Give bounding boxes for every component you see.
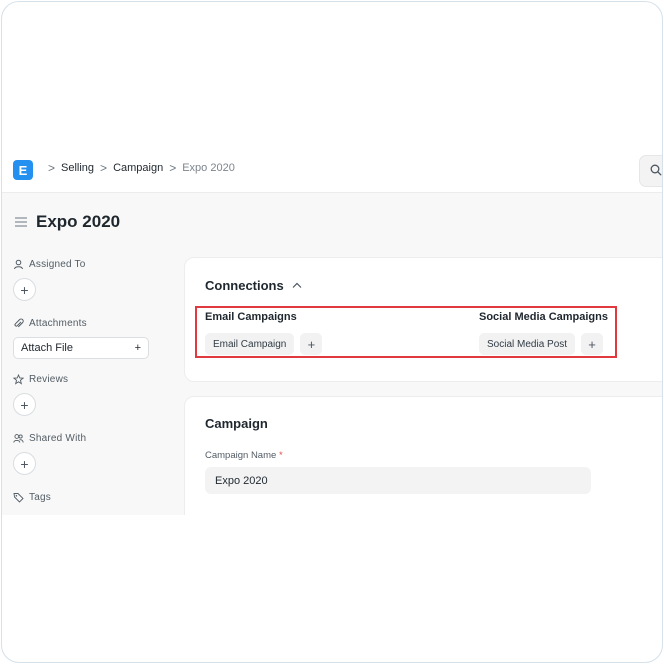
breadcrumb-selling[interactable]: Selling <box>61 162 94 174</box>
connections-title: Connections <box>205 278 284 293</box>
chevron-right-icon: > <box>169 161 177 175</box>
chevron-up-icon[interactable] <box>292 282 302 289</box>
breadcrumb-current: Expo 2020 <box>182 162 235 174</box>
screenshot-frame: E > Selling > Campaign > Expo 2020 Expo … <box>1 1 663 663</box>
page-head: Expo 2020 <box>14 212 120 232</box>
page-title: Expo 2020 <box>36 212 121 231</box>
navbar: E > Selling > Campaign > Expo 2020 <box>2 144 662 193</box>
assigned-to-label: Assigned To <box>13 259 153 270</box>
user-icon <box>14 259 23 270</box>
search-icon <box>650 164 662 176</box>
attach-file-label: Attach File <box>21 342 73 354</box>
chevron-right-icon: > <box>100 161 108 175</box>
tags-label: Tags <box>13 492 153 503</box>
campaign-name-input[interactable]: Expo 2020 <box>205 467 591 494</box>
app-window: E > Selling > Campaign > Expo 2020 Expo … <box>2 144 662 515</box>
breadcrumb: > Selling > Campaign > Expo 2020 <box>42 161 235 175</box>
tag-icon <box>13 493 24 503</box>
paperclip-icon <box>14 318 24 328</box>
breadcrumb-campaign[interactable]: Campaign <box>113 162 163 174</box>
plus-icon: + <box>134 342 141 354</box>
attachments-label: Attachments <box>13 318 153 329</box>
app-logo[interactable]: E <box>13 160 33 180</box>
campaign-card: Campaign Campaign Name * Expo 2020 <box>184 396 662 515</box>
star-icon <box>13 374 24 385</box>
highlight-box <box>195 306 617 358</box>
attach-file-button[interactable]: Attach File + <box>13 337 149 359</box>
campaign-section-title: Campaign <box>205 416 268 431</box>
users-icon <box>13 434 24 443</box>
connections-header[interactable]: Connections <box>205 278 302 293</box>
shared-with-label: Shared With <box>13 433 153 444</box>
campaign-name-label: Campaign Name * <box>205 450 283 461</box>
chevron-right-icon: > <box>48 161 56 175</box>
reviews-label: Reviews <box>13 374 153 385</box>
required-mark: * <box>278 450 283 461</box>
add-assignee-button[interactable]: + <box>13 278 36 301</box>
form-sidebar: Assigned To + Attachments Attach File + … <box>13 256 153 503</box>
add-review-button[interactable]: + <box>13 393 36 416</box>
share-button[interactable]: + <box>13 452 36 475</box>
hamburger-menu-icon[interactable] <box>14 216 28 228</box>
search-button[interactable] <box>639 155 662 187</box>
